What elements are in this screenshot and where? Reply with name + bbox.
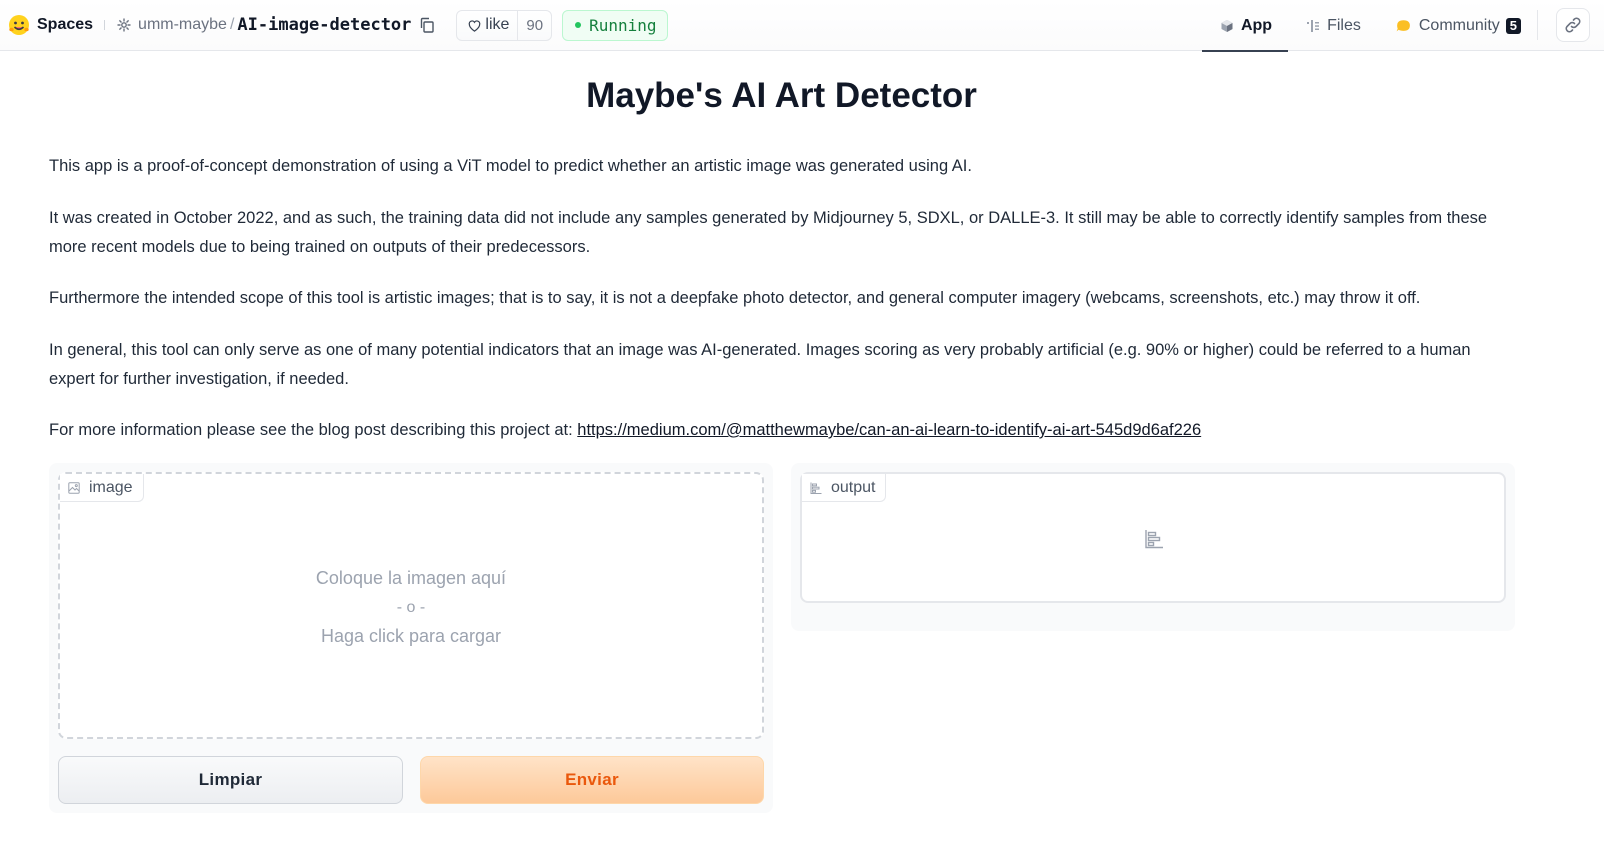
files-icon: [1307, 19, 1320, 32]
tab-community-label: Community: [1418, 16, 1500, 34]
like-label: like: [485, 16, 510, 33]
link-icon: [1565, 17, 1581, 33]
input-panel: image Coloque la imagen aquí - o - Haga …: [49, 463, 773, 813]
like-toggle[interactable]: like: [457, 11, 517, 40]
tab-files-label: Files: [1327, 16, 1361, 34]
tab-app[interactable]: App: [1201, 0, 1289, 52]
more-info-paragraph: For more information please see the blog…: [49, 416, 1519, 445]
drop-here-text: Coloque la imagen aquí: [315, 568, 507, 588]
like-button[interactable]: like 90: [456, 9, 553, 41]
or-separator-text: - o -: [396, 599, 426, 616]
embed-link-button[interactable]: [1556, 8, 1590, 42]
status-badge[interactable]: Running: [562, 9, 668, 41]
spaces-link[interactable]: Spaces: [37, 16, 93, 34]
space-tabs: App Files Community 5: [1201, 0, 1604, 52]
like-count[interactable]: 90: [517, 10, 551, 40]
breadcrumb: Spaces umm-maybe / AI-image-detector lik…: [8, 8, 668, 42]
community-count-badge: 5: [1505, 17, 1521, 34]
hugging-face-logo-icon[interactable]: [8, 14, 30, 36]
image-label-text: image: [89, 478, 133, 496]
label-chart-icon: [810, 482, 822, 494]
tab-files[interactable]: Files: [1288, 0, 1377, 51]
community-icon: [1396, 20, 1410, 32]
path-separator: /: [229, 16, 235, 33]
output-label-component: output: [800, 472, 1506, 603]
output-panel: output: [791, 463, 1515, 631]
scope-paragraph: Furthermore the intended scope of this t…: [49, 289, 1421, 307]
click-to-upload-text: Haga click para cargar: [320, 626, 502, 646]
blog-post-link[interactable]: https://medium.com/@matthewmaybe/can-an-…: [577, 421, 1201, 439]
page-title: Maybe's AI Art Detector: [586, 76, 977, 115]
empty-output-chart-icon: [1145, 530, 1163, 549]
image-upload-dropzone[interactable]: image Coloque la imagen aquí - o - Haga …: [58, 472, 764, 739]
top-navigation-bar: Spaces umm-maybe / AI-image-detector lik…: [0, 0, 1604, 52]
space-name-link[interactable]: AI-image-detector: [237, 15, 411, 35]
clear-button[interactable]: Limpiar: [58, 756, 403, 804]
image-icon: [68, 481, 80, 494]
training-data-paragraph: It was created in October 2022, and as s…: [49, 209, 1488, 256]
breadcrumb-divider: [104, 20, 106, 30]
copy-icon[interactable]: [418, 16, 436, 34]
toolbar-divider: [1537, 10, 1538, 40]
tab-community[interactable]: Community 5: [1377, 0, 1537, 51]
owner-link[interactable]: umm-maybe: [138, 16, 227, 34]
image-component-label: image: [60, 474, 144, 502]
usage-paragraph: In general, this tool can only serve as …: [49, 341, 1471, 388]
output-label-text: output: [831, 478, 876, 496]
tab-app-label: App: [1240, 16, 1273, 34]
dropzone-instructions: Coloque la imagen aquí - o - Haga click …: [60, 564, 762, 651]
more-info-text: For more information please see the blog…: [49, 421, 578, 439]
status-dot-icon: [575, 22, 582, 28]
heart-icon: [469, 19, 481, 32]
intro-paragraph: This app is a proof-of-concept demonstra…: [49, 157, 972, 175]
owner-avatar-icon: [117, 18, 131, 32]
submit-button[interactable]: Enviar: [420, 756, 764, 804]
status-label: Running: [589, 15, 657, 35]
app-cube-icon: [1221, 19, 1233, 32]
output-component-label: output: [802, 474, 887, 502]
